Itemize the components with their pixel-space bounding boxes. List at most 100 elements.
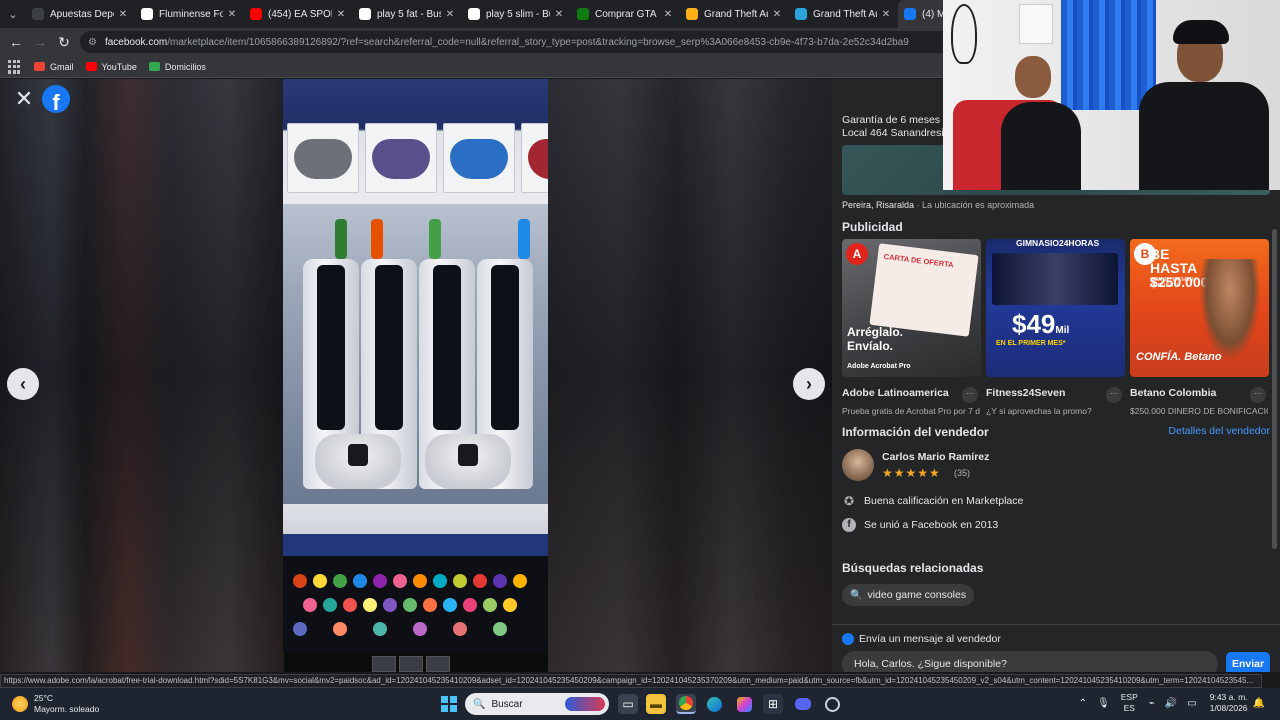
edge-icon[interactable] (704, 694, 724, 714)
close-tab-icon[interactable]: ✕ (226, 9, 238, 20)
address-text: Local 464 Sanandresito (842, 127, 953, 139)
send-button[interactable]: Enviar (1226, 652, 1270, 672)
thumbnail[interactable] (399, 656, 423, 672)
s-logo-icon (32, 8, 44, 20)
browser-tab[interactable]: Apuestas Deport✕ (26, 0, 135, 28)
ad-offer-badge: CARTA DE OFERTA (883, 251, 955, 270)
notifications-icon[interactable]: 🔔 (1253, 698, 1265, 709)
browser-tab[interactable]: (454) EA SPORTS✕ (244, 0, 353, 28)
seller-avatar[interactable] (842, 449, 874, 481)
volume-icon[interactable]: 🔊 (1165, 698, 1177, 709)
store-icon[interactable]: ⊞ (763, 694, 783, 714)
steam-icon[interactable] (822, 694, 842, 714)
youtube-icon (250, 8, 262, 20)
bookmark-youtube[interactable]: YouTube (85, 62, 137, 72)
close-tab-icon[interactable]: ✕ (662, 9, 674, 20)
browser-tab[interactable]: Comprar GTA IV:✕ (571, 0, 680, 28)
ad-headline: GIMNASIO24HORAS (1016, 239, 1100, 248)
chrome-icon[interactable] (676, 694, 696, 714)
clock[interactable]: 9:43 a. m. 1/08/2026 (1210, 692, 1248, 714)
copilot-icon[interactable] (734, 694, 754, 714)
system-tray: ⌃ 🎙 ESP ES ⌁ 🔊 ▭ 9:43 a. m. 1/08/2026 🔔 (1074, 692, 1270, 714)
thumbnail[interactable] (426, 656, 450, 672)
tab-title: Grand Theft Auto (813, 8, 877, 20)
purple-controller (372, 139, 430, 179)
photo-viewer: ✕ f ‹ › (0, 79, 832, 672)
browser-tab[interactable]: play 5 fat - Busca✕ (353, 0, 462, 28)
close-tab-icon[interactable]: ✕ (444, 9, 456, 20)
ad-description: ¿Y si aprovechas la promo? (986, 406, 1092, 416)
next-photo-button[interactable]: › (793, 368, 825, 400)
task-view-icon[interactable]: ▭ (618, 694, 638, 714)
tab-search-button[interactable]: ⌄ (0, 0, 26, 28)
close-tab-icon[interactable]: ✕ (771, 9, 783, 20)
ad-description: Prueba gratis de Acrobat Pro por 7 dí... (842, 406, 980, 416)
location-line: Pereira, Risaralda · La ubicación es apr… (842, 200, 1035, 210)
file-explorer-icon[interactable]: ▬ (646, 694, 666, 714)
chevron-up-icon[interactable]: ⌃ (1079, 698, 1087, 709)
google-icon (141, 8, 153, 20)
seller-details-link[interactable]: Detalles del vendedor (1168, 425, 1270, 437)
message-input[interactable] (842, 651, 1218, 672)
tab-title: Apuestas Deport (50, 8, 114, 20)
apps-grid-icon[interactable] (8, 59, 22, 74)
browser-tab[interactable]: Grand Theft Auto✕ (789, 0, 898, 28)
sidebar-scrollbar[interactable] (1272, 229, 1277, 549)
browser-tab[interactable]: Grand Theft Auto✕ (680, 0, 789, 28)
language-indicator[interactable]: ESP ES (1121, 692, 1138, 714)
store-icon (795, 8, 807, 20)
browser-tab[interactable]: Fluminense Footb✕ (135, 0, 244, 28)
reload-icon[interactable]: ↻ (52, 30, 76, 54)
close-tab-icon[interactable]: ✕ (880, 9, 892, 20)
related-search-chip[interactable]: 🔍 video game consoles (842, 584, 975, 606)
facebook-logo-icon[interactable]: f (42, 85, 70, 113)
url-host: facebook.com (104, 36, 168, 48)
shelf-trim (283, 534, 548, 556)
marketplace-rating-row: ✪ Buena calificación en Marketplace (843, 494, 1024, 508)
discord-icon[interactable] (793, 694, 813, 714)
search-icon: 🔍 (850, 589, 863, 601)
bookmark-domicilios[interactable]: Domicilios (148, 62, 206, 72)
gmail-icon (34, 62, 45, 71)
tab-title: Comprar GTA IV: (595, 8, 659, 20)
weather-widget[interactable]: 25°C Mayorm. soleado (12, 693, 99, 715)
back-icon[interactable]: ← (4, 30, 28, 54)
browser-tab[interactable]: play 5 slim - Busc✕ (462, 0, 571, 28)
network-icon[interactable]: ⌁ (1149, 698, 1155, 709)
dualsense-controller (315, 434, 401, 489)
taskbar-search[interactable]: 🔍 Buscar (465, 693, 609, 715)
ad-image-fitness[interactable]: GIMNASIO24HORAS $49Mil EN EL PRIMER MES* (986, 239, 1125, 377)
person-photo (1200, 259, 1260, 359)
ad-more-options-icon[interactable]: ··· (1106, 387, 1122, 403)
previous-photo-button[interactable]: ‹ (7, 368, 39, 400)
wall-frame (1019, 4, 1053, 44)
ad-advertiser[interactable]: Adobe Latinoamerica (842, 387, 949, 399)
related-searches-title: Búsquedas relacionadas (842, 561, 984, 575)
close-tab-icon[interactable]: ✕ (553, 9, 565, 20)
ad-advertiser[interactable]: Betano Colombia (1130, 387, 1216, 399)
ad-image-adobe[interactable]: A CARTA DE OFERTA Arréglalo. Envíalo. Ad… (842, 239, 981, 377)
tab-title: play 5 slim - Busc (486, 8, 550, 20)
ad-more-options-icon[interactable]: ··· (1250, 387, 1266, 403)
close-tab-icon[interactable]: ✕ (117, 9, 129, 20)
seller-name[interactable]: Carlos Mario Ramírez (882, 451, 989, 463)
thumbnail[interactable] (372, 656, 396, 672)
ad-description: $250.000 DINERO DE BONIFICACIÓN (1130, 406, 1268, 416)
person-right (1139, 12, 1269, 190)
facebook-icon (904, 8, 916, 20)
close-tab-icon[interactable]: ✕ (335, 9, 347, 20)
ad-more-options-icon[interactable]: ··· (962, 387, 978, 403)
battery-icon[interactable]: ▭ (1187, 698, 1196, 709)
google-icon (359, 8, 371, 20)
bookmark-gmail[interactable]: Gmail (34, 62, 74, 72)
adobe-logo-icon: A (846, 243, 868, 265)
ad-advertiser[interactable]: Fitness24Seven (986, 387, 1065, 399)
offer-letter-graphic: CARTA DE OFERTA (869, 243, 979, 337)
start-icon[interactable] (439, 694, 459, 714)
close-icon[interactable]: ✕ (14, 88, 34, 110)
site-info-icon[interactable]: ⚙ (88, 37, 97, 48)
ad-image-betano[interactable]: B BE HASTA $250.000 CON TU PRIMER DEPÓSI… (1130, 239, 1269, 377)
tab-title: Grand Theft Auto (704, 8, 768, 20)
microphone-icon[interactable]: 🎙 (1097, 698, 1110, 709)
forward-icon[interactable]: → (28, 30, 52, 54)
